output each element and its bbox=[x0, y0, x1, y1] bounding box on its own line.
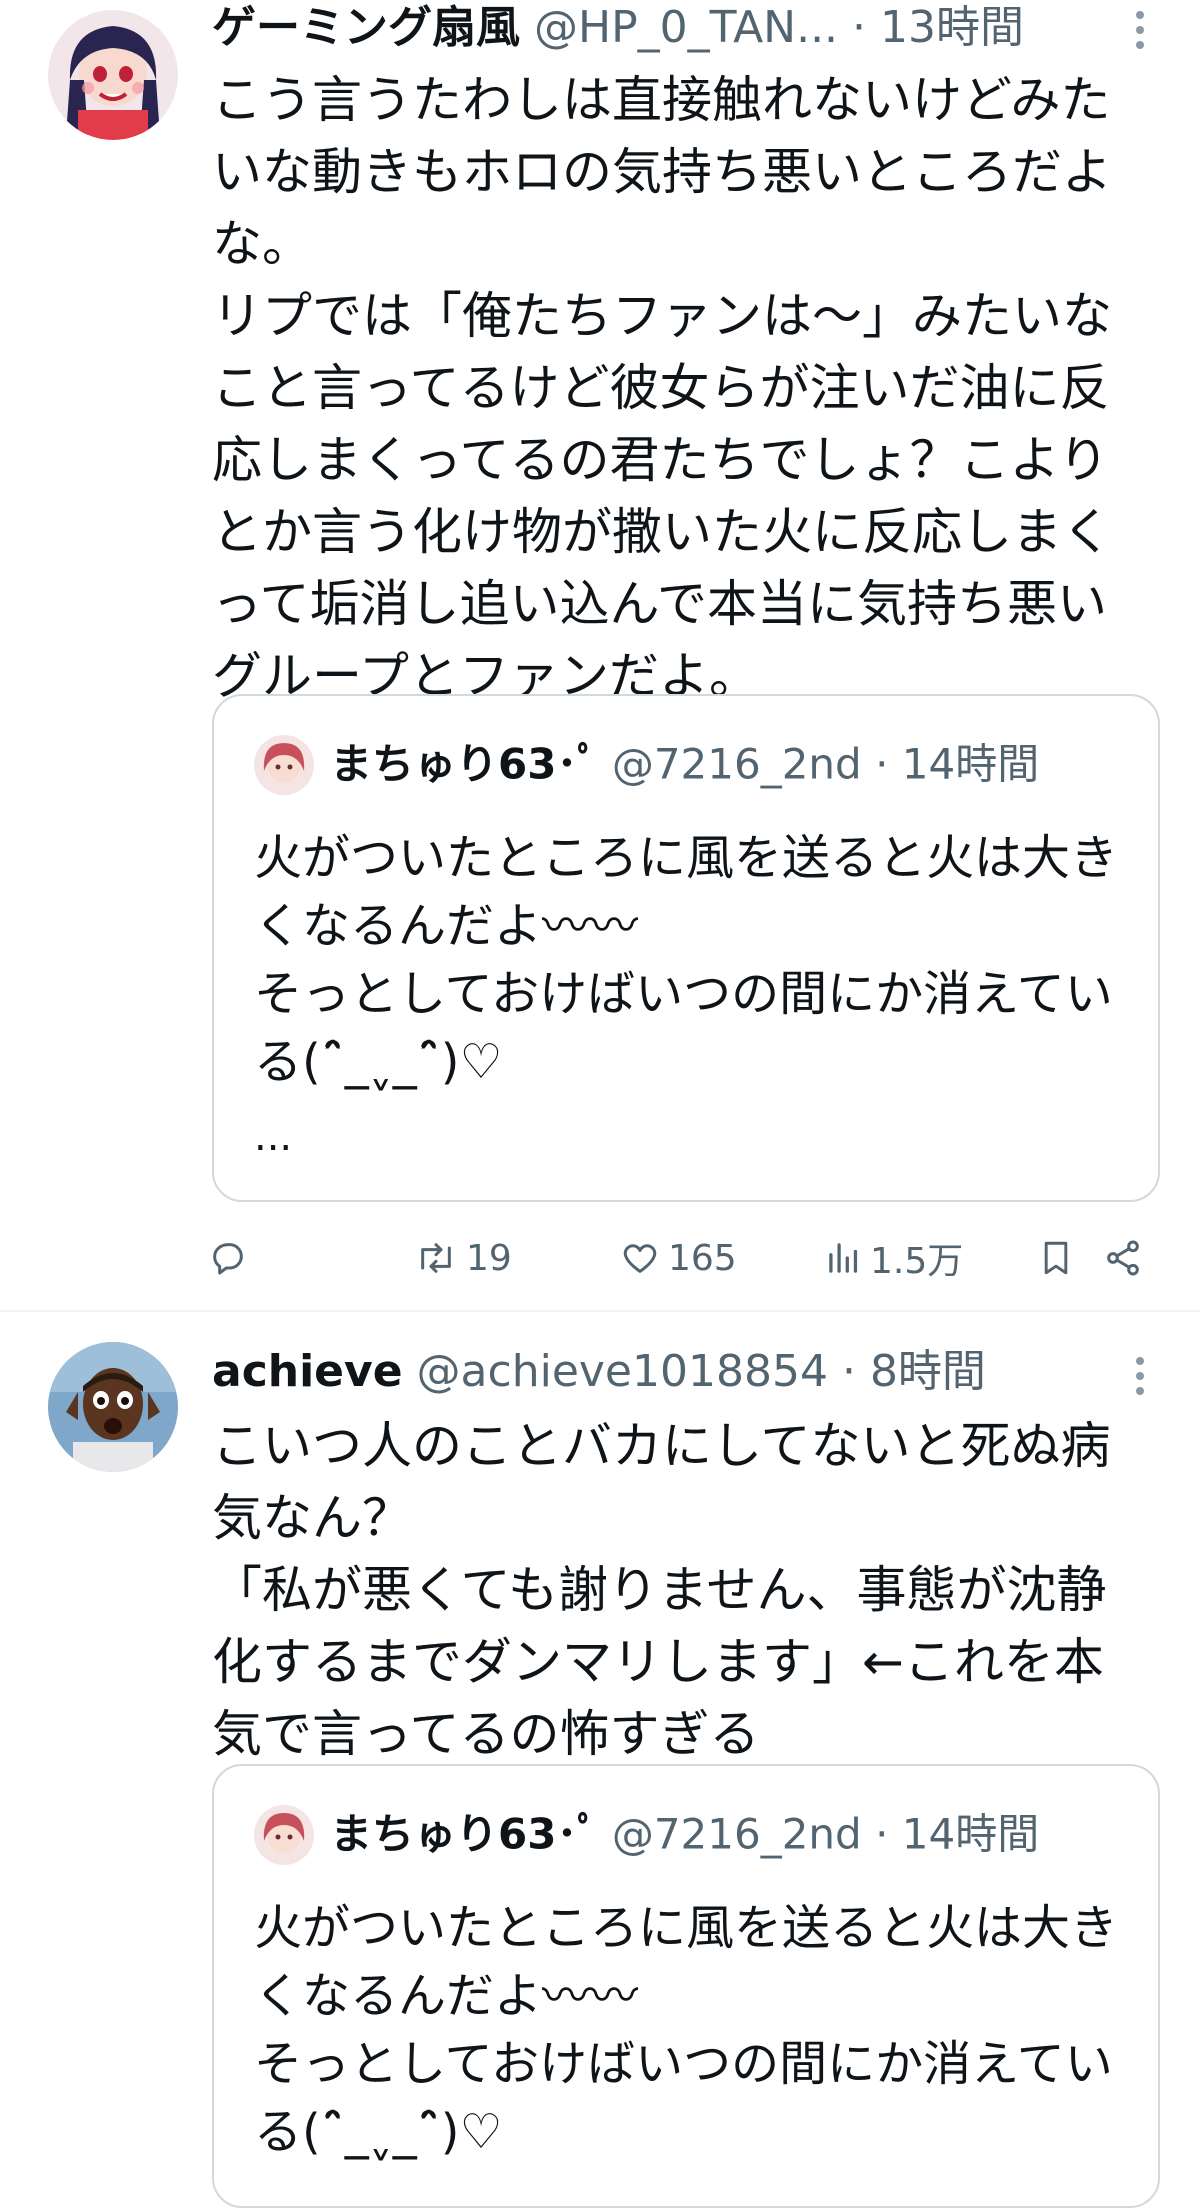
tweet-header: ゲーミング扇風 @HP_0_TAN... · 13時間 bbox=[212, 0, 1024, 56]
display-name[interactable]: ゲーミング扇風 bbox=[212, 2, 520, 53]
quote-header: まちゅり63･ﾟ @7216_2nd · 14時間 bbox=[254, 1802, 1039, 1865]
avatar[interactable] bbox=[48, 10, 178, 140]
tweet-header: achieve @achieve1018854 · 8時間 bbox=[212, 1344, 986, 1400]
views-icon bbox=[829, 1243, 858, 1273]
timestamp-separator: · bbox=[852, 2, 881, 53]
quote-avatar bbox=[254, 1804, 314, 1865]
tweet-text: こう言うたわしは直接触れないけどみたいな動きもホロの気持ち悪いところだよな。 リ… bbox=[212, 71, 1112, 705]
like-count: 165 bbox=[668, 1237, 737, 1279]
like-button[interactable]: 165 bbox=[620, 1228, 737, 1288]
retweet-button[interactable]: 19 bbox=[414, 1228, 512, 1288]
quote-text: 火がついたところに風を送ると火は大きくなるんだよ〰〰 そっとしておけばいつの間に… bbox=[254, 830, 1119, 1090]
handle[interactable]: @achieve1018854 bbox=[417, 1346, 828, 1397]
tweet-card[interactable]: achieve @achieve1018854 · 8時間 こいつ人のことバカに… bbox=[0, 1312, 1200, 2208]
views-button[interactable]: 1.5万 bbox=[826, 1228, 963, 1288]
share-button[interactable] bbox=[1103, 1228, 1143, 1288]
bookmark-button[interactable] bbox=[1038, 1228, 1074, 1288]
tweet-text: こいつ人のことバカにしてないと死ぬ病気なん？ 「私が悪くても謝りません、事態が沈… bbox=[212, 1417, 1111, 1763]
reply-button[interactable] bbox=[208, 1228, 256, 1288]
quoted-tweet[interactable]: まちゅり63･ﾟ @7216_2nd · 14時間 火がついたところに風を送ると… bbox=[212, 1764, 1160, 2208]
quote-display-name: まちゅり63･ﾟ bbox=[330, 739, 599, 789]
reply-icon bbox=[213, 1243, 243, 1275]
quote-header: まちゅり63･ﾟ @7216_2nd · 14時間 bbox=[254, 732, 1039, 795]
quote-timestamp-separator: · bbox=[875, 739, 902, 789]
retweet-count: 19 bbox=[466, 1237, 512, 1279]
quote-timestamp: 14時間 bbox=[901, 739, 1040, 789]
timestamp[interactable]: 13時間 bbox=[880, 2, 1024, 53]
bookmark-icon bbox=[1044, 1241, 1068, 1275]
quote-avatar bbox=[254, 734, 314, 795]
quote-display-name: まちゅり63･ﾟ bbox=[330, 1809, 599, 1859]
like-icon bbox=[623, 1244, 657, 1273]
quote-text: 火がついたところに風を送ると火は大きくなるんだよ〰〰 そっとしておけばいつの間に… bbox=[254, 1900, 1119, 2160]
more-icon[interactable] bbox=[1120, 1346, 1160, 1406]
quote-handle: @7216_2nd bbox=[611, 739, 862, 789]
views-count: 1.5万 bbox=[870, 1241, 964, 1282]
avatar[interactable] bbox=[48, 1342, 178, 1472]
quote-ellipsis: ... bbox=[254, 1114, 293, 1160]
handle[interactable]: @HP_0_TAN... bbox=[534, 2, 838, 53]
timestamp-separator: · bbox=[841, 1346, 870, 1397]
quote-handle: @7216_2nd bbox=[611, 1809, 862, 1859]
display-name[interactable]: achieve bbox=[212, 1346, 403, 1397]
quoted-tweet[interactable]: まちゅり63･ﾟ @7216_2nd · 14時間 火がついたところに風を送ると… bbox=[212, 694, 1160, 1202]
quote-timestamp: 14時間 bbox=[901, 1809, 1040, 1859]
timestamp[interactable]: 8時間 bbox=[870, 1346, 986, 1397]
action-bar: 19 165 1.5万 bbox=[208, 1228, 1158, 1288]
tweet-card[interactable]: ゲーミング扇風 @HP_0_TAN... · 13時間 こう言うたわしは直接触れ… bbox=[0, 0, 1200, 1310]
share-icon bbox=[1107, 1240, 1139, 1276]
quote-timestamp-separator: · bbox=[875, 1809, 902, 1859]
retweet-icon bbox=[421, 1243, 451, 1273]
more-icon[interactable] bbox=[1120, 0, 1160, 60]
